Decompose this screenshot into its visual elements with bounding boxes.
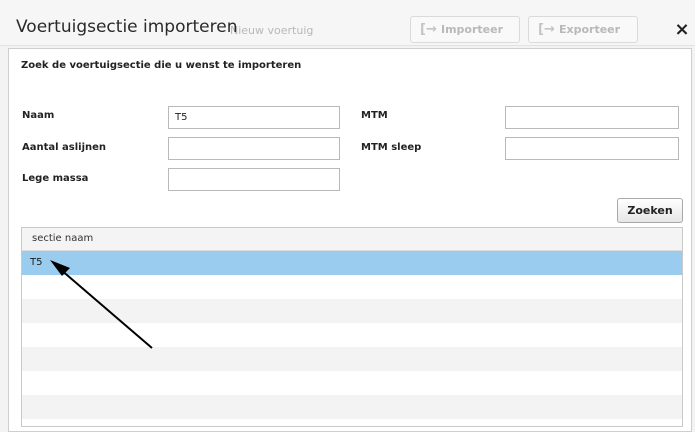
- dialog-panel: Zoek de voertuigsectie die u wenst te im…: [8, 48, 692, 432]
- empty-table-row: [22, 299, 682, 323]
- naam-label: Naam: [22, 110, 55, 121]
- mtm-sleep-field[interactable]: [505, 137, 679, 160]
- mtm-label: MTM: [361, 110, 388, 121]
- lege-massa-field[interactable]: [168, 168, 340, 191]
- empty-table-row: [22, 371, 682, 395]
- empty-table-row: [22, 347, 682, 371]
- empty-table-row: [22, 395, 682, 419]
- instruction-text: Zoek de voertuigsectie die u wenst te im…: [21, 60, 302, 71]
- empty-table-row: [22, 419, 682, 426]
- mtm-sleep-label: MTM sleep: [361, 142, 422, 153]
- import-section-dialog: Voertuigsectie importeren × Zoek de voer…: [7, 9, 695, 432]
- lege-massa-label: Lege massa: [22, 173, 89, 184]
- close-button[interactable]: ×: [671, 19, 693, 41]
- results-table-body: T5: [22, 251, 682, 426]
- mtm-field[interactable]: [505, 106, 679, 129]
- empty-table-row: [22, 323, 682, 347]
- aantal-aslijnen-field[interactable]: [168, 137, 340, 160]
- naam-field[interactable]: [168, 106, 340, 129]
- table-row[interactable]: T5: [22, 251, 682, 275]
- empty-table-row: [22, 275, 682, 299]
- dialog-title: Voertuigsectie importeren: [16, 17, 238, 37]
- aantal-aslijnen-label: Aantal aslijnen: [22, 142, 107, 153]
- column-header-sectie-naam[interactable]: sectie naam: [22, 228, 682, 251]
- results-table: sectie naam T5: [21, 227, 683, 427]
- search-button[interactable]: Zoeken: [617, 198, 683, 223]
